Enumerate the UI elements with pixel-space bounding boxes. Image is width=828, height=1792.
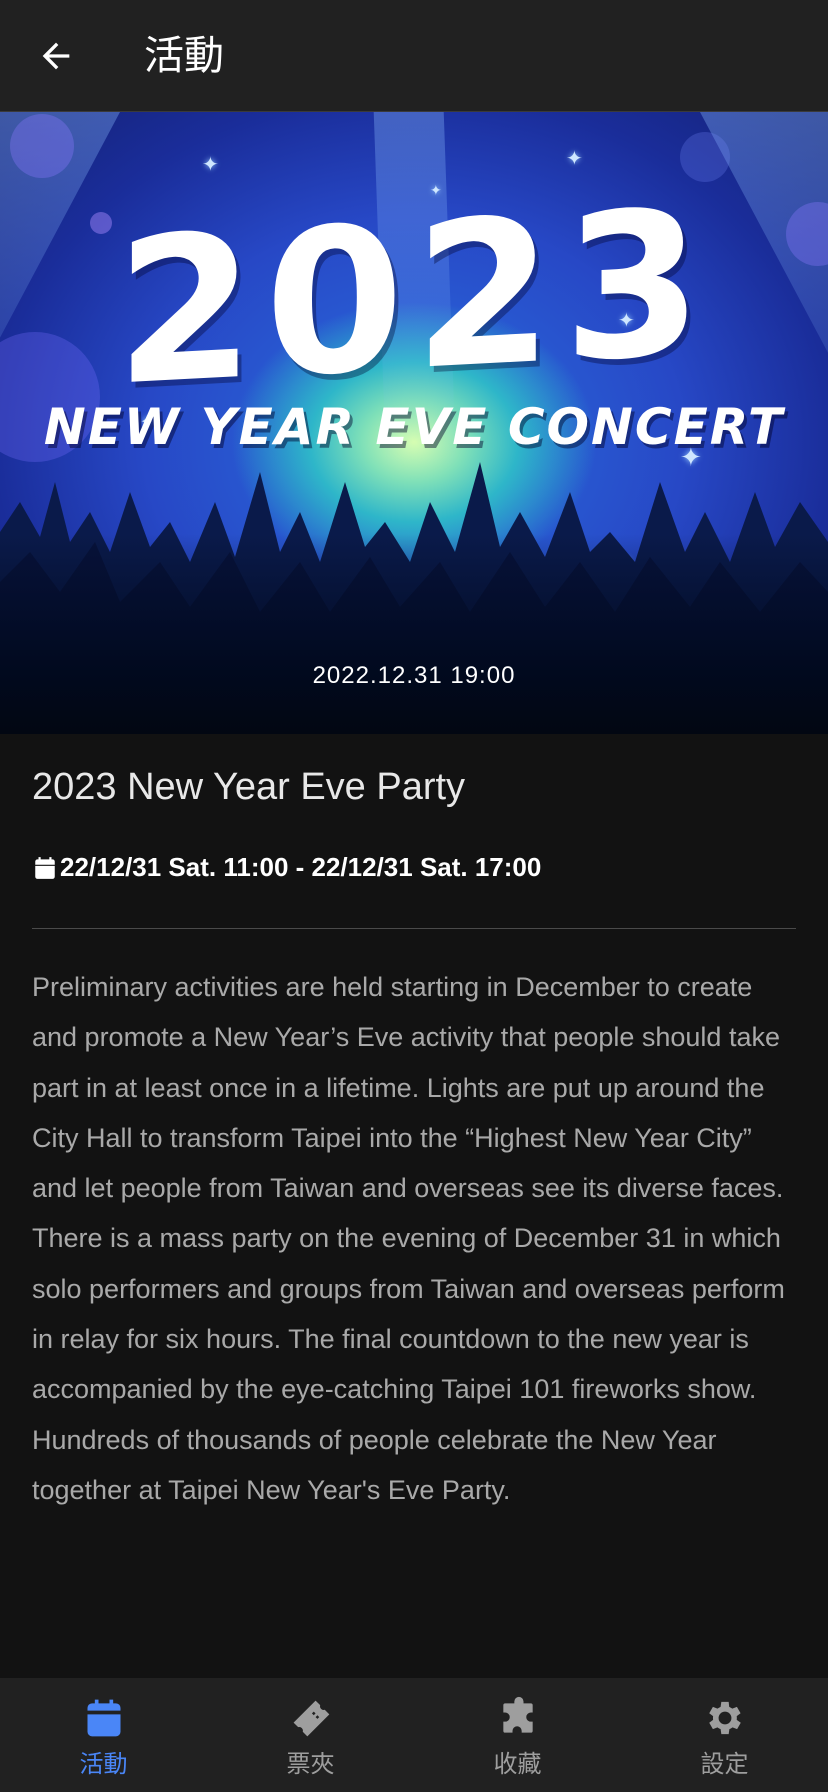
event-time-text: 22/12/31 Sat. 11:00 - 22/12/31 Sat. 17:0… xyxy=(60,852,542,882)
ticket-icon xyxy=(293,1700,329,1737)
nav-label-settings: 設定 xyxy=(700,1751,749,1778)
event-banner: ✦ ✦ ✦ ✦ ✦ ✦ ✦ ✦ 2023 NEW YEAR EVE CONCER… xyxy=(0,112,828,734)
event-description: Preliminary activities are held starting… xyxy=(32,972,785,1505)
nav-item-tickets[interactable]: 票夾 xyxy=(207,1678,414,1792)
nav-label-tickets: 票夾 xyxy=(286,1751,335,1778)
nav-item-settings[interactable]: 設定 xyxy=(621,1678,828,1792)
banner-year: 2023 xyxy=(115,166,713,431)
calendar-icon xyxy=(87,1699,120,1737)
back-button[interactable] xyxy=(24,24,88,88)
nav-label-events: 活動 xyxy=(79,1751,128,1778)
bottom-navigation: 活動 票夾 收藏 設定 xyxy=(0,1678,828,1792)
divider xyxy=(32,928,796,929)
app-bar: 活動 xyxy=(0,0,828,112)
gear-icon xyxy=(708,1701,741,1735)
page-title: 活動 xyxy=(144,34,224,78)
arrow-back-icon xyxy=(42,42,70,70)
banner-datetime: 2022.12.31 19:00 xyxy=(312,662,516,689)
nav-label-favorites: 收藏 xyxy=(493,1751,542,1778)
nav-item-favorites[interactable]: 收藏 xyxy=(414,1678,621,1792)
puzzle-icon xyxy=(502,1696,533,1733)
event-time: 22/12/31 Sat. 11:00 - 22/12/31 Sat. 17:0… xyxy=(32,852,541,883)
event-title: 2023 New Year Eve Party xyxy=(32,766,466,808)
calendar-icon xyxy=(35,856,55,879)
nav-item-events[interactable]: 活動 xyxy=(0,1678,207,1792)
